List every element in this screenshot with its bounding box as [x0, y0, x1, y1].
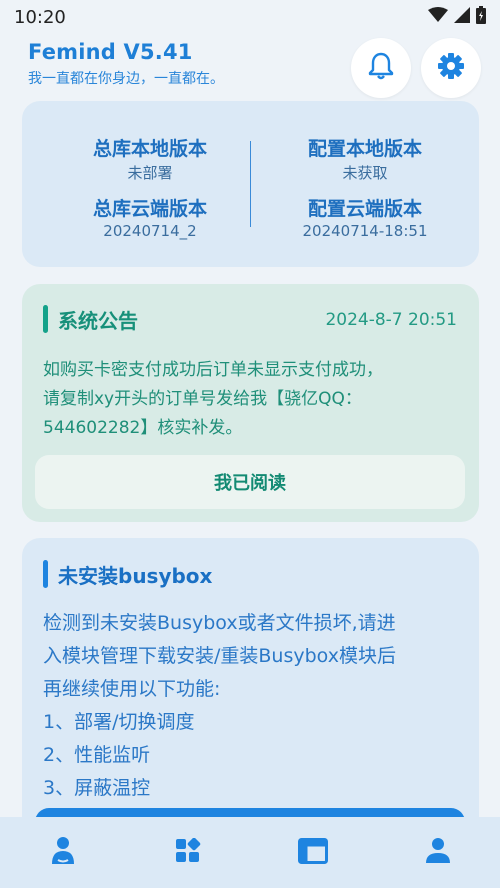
gear-icon	[437, 52, 465, 84]
notice-line: 如购买卡密支付成功后订单未显示支付成功，	[43, 360, 383, 380]
app-header: Femind V5.41 我一直都在你身边，一直都在。	[28, 40, 348, 88]
main-library-column: 总库本地版本 未部署 总库云端版本 20240714_2	[50, 134, 250, 246]
nav-layout[interactable]	[283, 823, 343, 883]
status-time: 10:20	[14, 6, 66, 28]
busybox-line: 检测到未安装Busybox或者文件损坏,请进	[43, 612, 396, 634]
layout-panel-icon	[297, 837, 328, 868]
cell-signal-icon	[454, 7, 470, 27]
wifi-icon	[428, 7, 448, 27]
nav-home[interactable]	[33, 823, 93, 883]
system-notice-card: 系统公告 2024-8-7 20:51 如购买卡密支付成功后订单未显示支付成功，…	[22, 284, 479, 522]
busybox-line: 2、性能监听	[43, 744, 151, 766]
busybox-body: 检测到未安装Busybox或者文件损坏,请进 入模块管理下载安装/重装Busyb…	[43, 607, 468, 805]
battery-icon	[476, 6, 486, 28]
busybox-line: 3、屏蔽温控	[43, 777, 151, 799]
main-local-label: 总库本地版本	[92, 138, 207, 160]
nav-profile[interactable]	[408, 823, 468, 883]
modules-grid-icon	[175, 837, 201, 868]
main-cloud-label: 总库云端版本	[92, 198, 207, 220]
busybox-accent-bar	[43, 560, 48, 588]
busybox-warning-card: 未安装busybox 检测到未安装Busybox或者文件损坏,请进 入模块管理下…	[22, 538, 479, 838]
version-divider	[250, 141, 251, 227]
notice-line: 544602282】核实补发。	[43, 418, 243, 438]
notice-date: 2024-8-7 20:51	[325, 310, 457, 330]
settings-button[interactable]	[421, 38, 481, 98]
app-subtitle: 我一直都在你身边，一直都在。	[28, 71, 224, 87]
bottom-nav	[0, 817, 500, 888]
status-bar: 10:20	[0, 0, 500, 34]
person-home-icon	[49, 836, 77, 870]
notice-accent-bar	[43, 305, 48, 333]
notice-line: 请复制xy开头的订单号发给我【骁亿QQ：	[43, 389, 362, 409]
config-local-label: 配置本地版本	[307, 138, 422, 160]
config-column: 配置本地版本 未获取 配置云端版本 20240714-18:51	[265, 134, 465, 246]
busybox-line: 再继续使用以下功能:	[43, 678, 221, 700]
config-local-value: 未获取	[342, 164, 388, 182]
main-local-value: 未部署	[127, 164, 173, 182]
user-profile-icon	[425, 837, 451, 869]
config-cloud-label: 配置云端版本	[307, 198, 422, 220]
version-card: 总库本地版本 未部署 总库云端版本 20240714_2 配置本地版本 未获取 …	[22, 101, 479, 267]
notice-body: 如购买卡密支付成功后订单未显示支付成功， 请复制xy开头的订单号发给我【骁亿QQ…	[43, 356, 463, 443]
app-title: Femind V5.41	[28, 40, 193, 64]
mark-read-button[interactable]: 我已阅读	[35, 455, 465, 509]
busybox-line: 1、部署/切换调度	[43, 711, 195, 733]
config-cloud-value: 20240714-18:51	[302, 222, 428, 240]
notice-title: 系统公告	[58, 309, 138, 333]
bell-icon	[368, 52, 394, 84]
notifications-button[interactable]	[351, 38, 411, 98]
busybox-title: 未安装busybox	[58, 564, 213, 588]
status-icons	[428, 6, 486, 28]
busybox-line: 入模块管理下载安装/重装Busybox模块后	[43, 645, 396, 667]
main-cloud-value: 20240714_2	[103, 222, 197, 240]
nav-modules[interactable]	[158, 823, 218, 883]
